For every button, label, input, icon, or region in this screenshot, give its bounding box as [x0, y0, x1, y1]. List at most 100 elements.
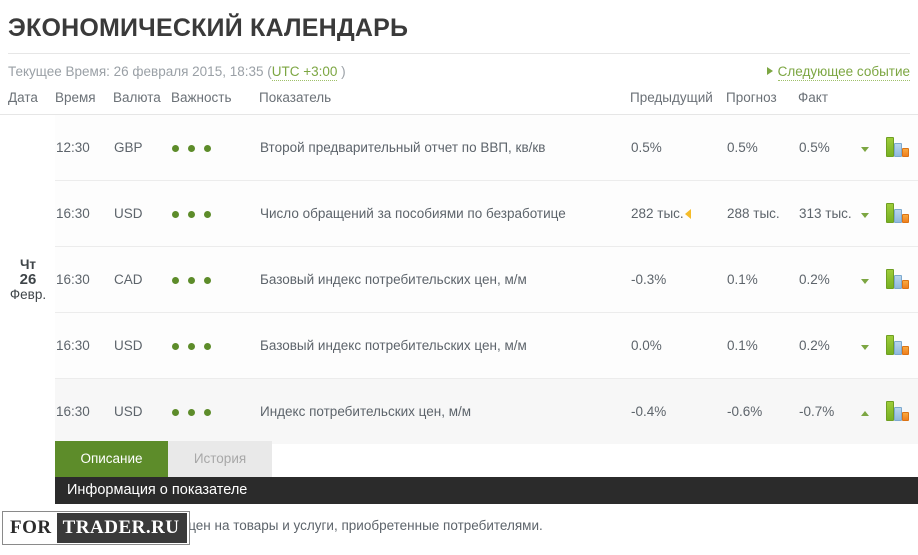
table-row[interactable]: 16:30 USD Базовый индекс потребительских ц… — [0, 312, 918, 379]
column-header-date: Дата — [0, 90, 55, 115]
next-event-label: Следующее событие — [777, 64, 910, 81]
importance-dots — [172, 338, 211, 353]
cell-indicator-name[interactable]: Число обращений за пособиями по безработ… — [259, 180, 630, 247]
next-event-link[interactable]: Следующее событие — [766, 64, 910, 81]
chevron-down-icon[interactable] — [861, 147, 869, 152]
importance-dot — [172, 277, 179, 284]
importance-dots — [172, 404, 211, 419]
cell-previous: 282 тыс. — [630, 180, 726, 247]
table-header-row: Дата Время Валюта Важность Показатель Пр… — [0, 90, 918, 115]
cell-previous: 0.5% — [630, 114, 726, 181]
cell-expand-toggle[interactable] — [860, 378, 884, 444]
column-header-chevron — [860, 90, 884, 115]
importance-dots — [172, 272, 211, 287]
cell-indicator-name[interactable]: Базовый индекс потребительских цен, м/м — [259, 312, 630, 379]
cell-time: 16:30 — [55, 312, 113, 379]
cell-expand-toggle[interactable] — [860, 246, 884, 313]
chevron-up-icon[interactable] — [861, 411, 869, 416]
tab-history[interactable]: История — [168, 441, 272, 477]
detail-tabs: Описание История — [55, 441, 918, 477]
cell-fact: 0.5% — [798, 114, 860, 181]
previous-value: -0.4% — [631, 404, 667, 419]
cell-fact: 313 тыс. — [798, 180, 860, 247]
current-time-block: Текущее Время: 26 февраля 2015, 18:35 (U… — [8, 64, 346, 81]
cell-indicator-name[interactable]: Базовый индекс потребительских цен, м/м — [259, 246, 630, 313]
cell-chart-link[interactable] — [884, 114, 918, 181]
importance-dot — [188, 145, 195, 152]
importance-dot — [172, 211, 179, 218]
cell-currency: CAD — [113, 246, 171, 313]
previous-value: -0.3% — [631, 272, 667, 287]
importance-dot — [188, 211, 195, 218]
cell-chart-link[interactable] — [884, 246, 918, 313]
cell-previous: -0.4% — [630, 378, 726, 444]
column-header-fact: Факт — [798, 90, 860, 115]
cell-forecast: -0.6% — [726, 378, 798, 444]
cell-chart-link[interactable] — [884, 312, 918, 379]
info-bar-title: Информация о показателе — [55, 477, 918, 504]
current-time-value: 26 февраля 2015, 18:35 — [113, 64, 264, 79]
subheader-bar: Текущее Время: 26 февраля 2015, 18:35 (U… — [8, 54, 910, 90]
calendar-table: Дата Время Валюта Важность Показатель Пр… — [0, 90, 918, 444]
chevron-down-icon[interactable] — [861, 213, 869, 218]
cell-forecast: 288 тыс. — [726, 180, 798, 247]
cell-indicator-name[interactable]: Второй предварительный отчет по ВВП, кв/… — [259, 114, 630, 181]
tab-description[interactable]: Описание — [55, 441, 168, 477]
bar-chart-icon[interactable] — [885, 333, 909, 355]
importance-dot — [204, 409, 211, 416]
cell-chart-link[interactable] — [884, 378, 918, 444]
cell-importance — [171, 180, 259, 247]
cell-fact: 0.2% — [798, 246, 860, 313]
date-day-number: 26 — [19, 271, 37, 288]
previous-value: 0.0% — [631, 338, 662, 353]
column-header-chart — [884, 90, 918, 115]
economic-calendar-page: ЭКОНОМИЧЕСКИЙ КАЛЕНДАРЬ Текущее Время: 2… — [0, 0, 918, 555]
revision-marker-icon — [684, 209, 691, 219]
cell-expand-toggle[interactable] — [860, 180, 884, 247]
cell-indicator-name[interactable]: Индекс потребительских цен, м/м — [259, 378, 630, 444]
bar-chart-icon[interactable] — [885, 135, 909, 157]
importance-dot — [172, 145, 179, 152]
chevron-down-icon[interactable] — [861, 345, 869, 350]
cell-currency: USD — [113, 312, 171, 379]
cell-currency: USD — [113, 378, 171, 444]
importance-dot — [204, 277, 211, 284]
importance-dot — [204, 145, 211, 152]
page-title: ЭКОНОМИЧЕСКИЙ КАЛЕНДАРЬ — [8, 14, 409, 42]
cell-chart-link[interactable] — [884, 180, 918, 247]
cell-previous: 0.0% — [630, 312, 726, 379]
table-row[interactable]: 16:30 USD Индекс потребительских цен, м/м -… — [0, 378, 918, 444]
cell-importance — [171, 246, 259, 313]
watermark-part-trader: TRADER.RU — [56, 513, 187, 543]
cell-expand-toggle[interactable] — [860, 312, 884, 379]
importance-dot — [204, 211, 211, 218]
bar-chart-icon[interactable] — [885, 201, 909, 223]
importance-dot — [188, 343, 195, 350]
utc-paren-close: ) — [341, 64, 346, 79]
cell-expand-toggle[interactable] — [860, 114, 884, 181]
calendar-table-body: Чт 26 Февр. 12:30 GBP Второй предварительный … — [0, 114, 918, 444]
table-row[interactable]: Чт 26 Февр. 12:30 GBP Второй предварительный … — [0, 114, 918, 444]
watermark-part-for: FOR — [10, 517, 52, 538]
cell-fact: -0.7% — [798, 378, 860, 444]
date-stack: Чт 26 Февр. — [2, 257, 54, 302]
chevron-down-icon[interactable] — [861, 279, 869, 284]
triangle-right-icon — [766, 67, 773, 75]
table-row[interactable]: 16:30 CAD Базовый индекс потребительских ц… — [0, 246, 918, 313]
utc-offset-link[interactable]: UTC +3:00 — [271, 64, 338, 81]
column-header-previous: Предыдущий — [630, 90, 726, 115]
cell-importance — [171, 312, 259, 379]
column-header-indicator: Показатель — [259, 90, 630, 115]
watermark: FOR TRADER.RU — [2, 511, 190, 545]
previous-value: 282 тыс. — [631, 206, 684, 221]
table-row[interactable]: 16:30 USD Число обращений за пособиями по … — [0, 180, 918, 247]
cell-previous: -0.3% — [630, 246, 726, 313]
date-day-of-week: Чт — [19, 257, 37, 272]
bar-chart-icon[interactable] — [885, 267, 909, 289]
cell-time: 12:30 — [55, 114, 113, 181]
cell-importance — [171, 378, 259, 444]
importance-dot — [204, 343, 211, 350]
bar-chart-icon[interactable] — [885, 399, 909, 421]
importance-dots — [172, 140, 211, 155]
importance-dot — [172, 343, 179, 350]
